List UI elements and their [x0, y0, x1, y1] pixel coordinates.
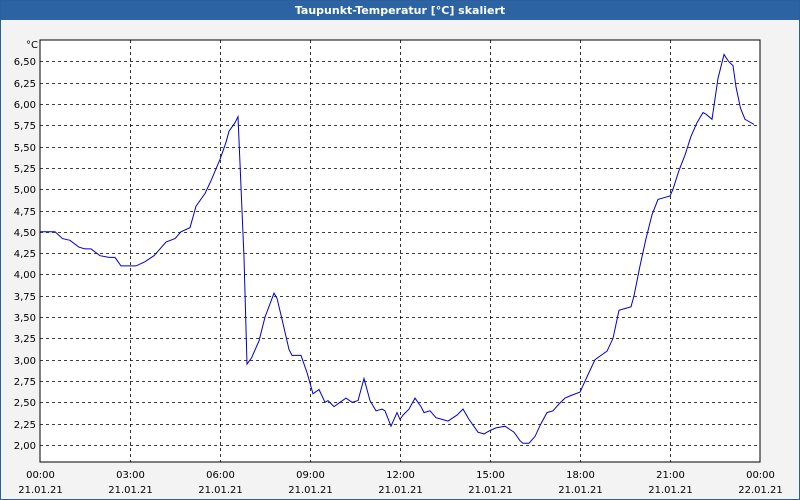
y-tick-label: 4,50	[14, 228, 36, 239]
x-tick-date-label: 21.01.21	[288, 485, 333, 496]
y-tick-label: 6,25	[14, 79, 36, 90]
y-tick-label: 2,00	[14, 441, 36, 452]
y-tick-label: 5,25	[14, 164, 36, 175]
x-tick-time-label: 00:00	[746, 470, 775, 481]
y-tick-label: 3,25	[14, 334, 36, 345]
y-tick-label: 6,00	[14, 100, 36, 111]
y-tick-label: 4,75	[14, 207, 36, 218]
x-tick-time-label: 09:00	[296, 470, 325, 481]
y-tick-label: 2,75	[14, 377, 36, 388]
x-tick-date-label: 22.01.21	[738, 485, 783, 496]
x-tick-time-label: 12:00	[386, 470, 415, 481]
y-axis-unit-label: °C	[26, 40, 38, 51]
plot-area	[39, 39, 761, 463]
x-tick-time-label: 03:00	[116, 470, 145, 481]
x-tick-time-label: 06:00	[206, 470, 235, 481]
y-tick-label: 3,00	[14, 356, 36, 367]
x-tick-date-label: 21.01.21	[648, 485, 693, 496]
y-tick-label: 5,75	[14, 121, 36, 132]
y-tick-label: 6,50	[14, 57, 36, 68]
x-tick-time-label: 21:00	[656, 470, 685, 481]
x-tick-date-label: 21.01.21	[198, 485, 243, 496]
y-tick-label: 3,50	[14, 313, 36, 324]
x-tick-date-label: 21.01.21	[108, 485, 153, 496]
x-tick-date-label: 21.01.21	[468, 485, 513, 496]
x-tick-date-label: 21.01.21	[18, 485, 63, 496]
x-tick-time-label: 00:00	[26, 470, 55, 481]
x-tick-date-label: 21.01.21	[558, 485, 603, 496]
y-tick-label: 2,50	[14, 398, 36, 409]
y-tick-label: 5,50	[14, 143, 36, 154]
x-tick-date-label: 21.01.21	[378, 485, 423, 496]
x-axis-tick-labels: 00:00 21.01.21 03:00 21.01.21 06:00 21.01.21 0…	[18, 470, 783, 496]
y-tick-label: 2,25	[14, 420, 36, 431]
y-tick-label: 4,25	[14, 249, 36, 260]
x-tick-time-label: 18:00	[566, 470, 595, 481]
y-tick-label: 3,75	[14, 292, 36, 303]
y-tick-label: 5,00	[14, 185, 36, 196]
dewpoint-line-chart: 2,00 2,25 2,50 2,75 3,00 3,25 3,50 3,75 4,00 4,25…	[14, 39, 783, 496]
y-tick-label: 4,00	[14, 270, 36, 281]
y-axis-tick-labels: 2,00 2,25 2,50 2,75 3,00 3,25 3,50 3,75 4,00 4,25…	[14, 57, 36, 452]
x-tick-time-label: 15:00	[476, 470, 505, 481]
